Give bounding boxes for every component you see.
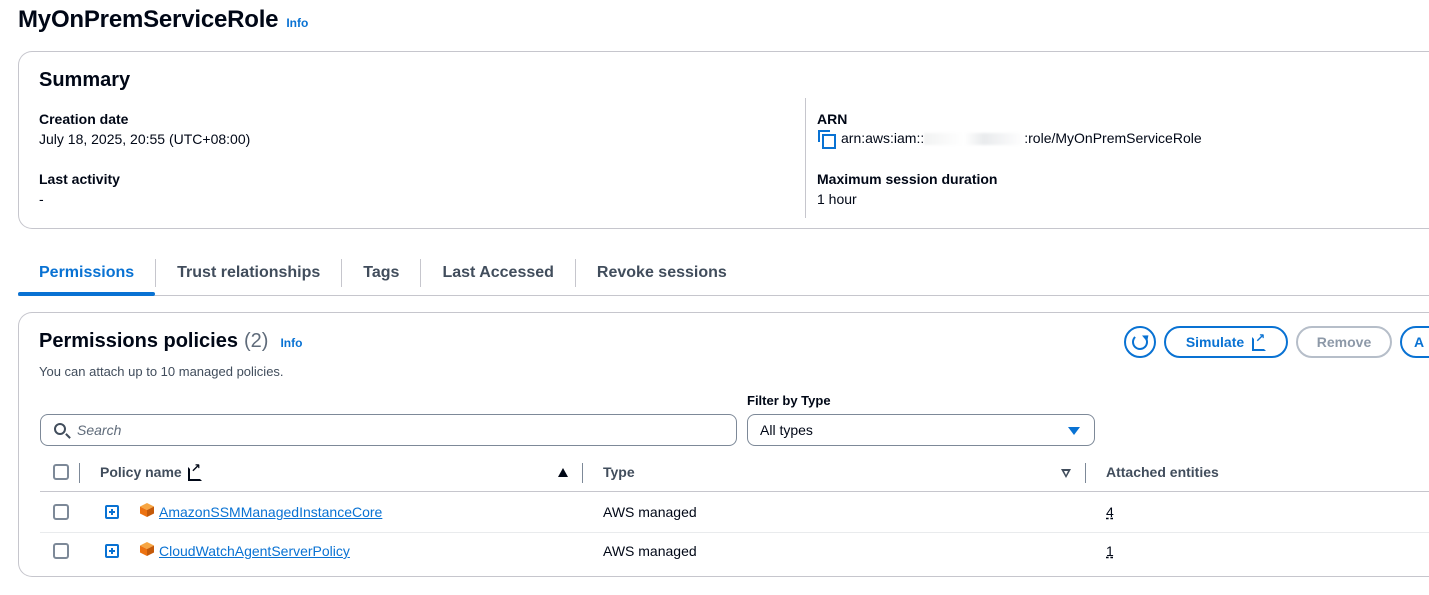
permissions-description: You can attach up to 10 managed policies…: [39, 364, 284, 379]
tab-revoke-sessions[interactable]: Revoke sessions: [576, 250, 748, 295]
filter-by-type-label: Filter by Type: [747, 393, 831, 408]
table-row: AmazonSSMManagedInstanceCore AWS managed…: [40, 493, 1429, 533]
policy-type: AWS managed: [603, 543, 697, 559]
select-all-checkbox[interactable]: [53, 464, 69, 480]
attached-entities-count[interactable]: 4: [1106, 504, 1114, 520]
creation-date-value: July 18, 2025, 20:55 (UTC+08:00): [39, 131, 251, 147]
summary-panel: Summary Creation date July 18, 2025, 20:…: [18, 51, 1429, 229]
copy-icon[interactable]: [817, 129, 836, 149]
sort-ascending-icon[interactable]: [558, 468, 568, 477]
column-type[interactable]: Type: [603, 464, 635, 480]
max-session-label: Maximum session duration: [817, 171, 998, 187]
refresh-icon: [1132, 334, 1148, 350]
search-icon: [54, 423, 66, 435]
remove-label: Remove: [1316, 334, 1372, 350]
column-separator: [1085, 463, 1086, 483]
sort-down-icon[interactable]: [1061, 469, 1071, 478]
arn-label: ARN: [817, 111, 848, 127]
column-separator: [79, 463, 80, 483]
max-session-value: 1 hour: [817, 191, 857, 207]
add-permissions-button[interactable]: A: [1400, 326, 1429, 358]
permissions-title: Permissions policies: [39, 330, 238, 352]
row-checkbox[interactable]: [53, 543, 69, 559]
column-attached-entities[interactable]: Attached entities: [1106, 464, 1219, 480]
page-title: MyOnPremServiceRole: [18, 6, 279, 33]
simulate-label: Simulate: [1185, 334, 1245, 350]
tab-tags[interactable]: Tags: [342, 250, 420, 295]
search-input[interactable]: Search: [40, 414, 737, 446]
permissions-info-link[interactable]: Info: [280, 336, 302, 350]
column-separator: [582, 463, 583, 483]
policy-link[interactable]: CloudWatchAgentServerPolicy: [159, 543, 350, 559]
creation-date-label: Creation date: [39, 111, 129, 127]
external-link-icon: [1252, 331, 1267, 351]
tab-permissions[interactable]: Permissions: [18, 250, 156, 296]
aws-cube-icon: [140, 542, 154, 556]
search-placeholder: Search: [77, 422, 122, 438]
arn-suffix: :role/MyOnPremServiceRole: [1024, 130, 1202, 146]
aws-cube-icon: [140, 503, 154, 517]
refresh-button[interactable]: [1124, 326, 1156, 358]
tab-last-accessed[interactable]: Last Accessed: [421, 250, 574, 295]
remove-button[interactable]: Remove: [1296, 326, 1392, 358]
simulate-button[interactable]: Simulate: [1164, 326, 1288, 358]
column-policy-name-label: Policy name: [100, 464, 182, 480]
add-permissions-label: A: [1414, 334, 1425, 350]
permissions-header: Permissions policies (2) Info: [39, 330, 302, 353]
external-link-icon: [187, 461, 202, 481]
expand-icon[interactable]: [105, 544, 119, 558]
policy-link[interactable]: AmazonSSMManagedInstanceCore: [159, 504, 382, 520]
page-info-link[interactable]: Info: [286, 16, 308, 30]
policy-type: AWS managed: [603, 504, 697, 520]
summary-divider: [805, 98, 806, 218]
last-activity-label: Last activity: [39, 171, 120, 187]
arn-value: arn:aws:iam:::role/MyOnPremServiceRole: [817, 129, 1202, 149]
tab-trust-relationships[interactable]: Trust relationships: [156, 250, 341, 295]
caret-down-icon: [1068, 427, 1080, 435]
permissions-policies-panel: Permissions policies (2) Info You can at…: [18, 312, 1429, 577]
table-header: Policy name Type Attached entities: [40, 456, 1429, 492]
arn-prefix: arn:aws:iam::: [841, 130, 925, 146]
role-tabs: Permissions Trust relationships Tags Las…: [18, 250, 1429, 296]
attached-entities-count[interactable]: 1: [1106, 543, 1114, 559]
row-checkbox[interactable]: [53, 504, 69, 520]
table-row: CloudWatchAgentServerPolicy AWS managed …: [40, 532, 1429, 572]
column-policy-name[interactable]: Policy name: [100, 461, 202, 481]
page-header: MyOnPremServiceRole Info: [18, 6, 308, 34]
permissions-count: (2): [243, 330, 269, 352]
expand-icon[interactable]: [105, 505, 119, 519]
arn-redacted-account: [924, 133, 1025, 146]
summary-title: Summary: [39, 69, 131, 91]
filter-type-select[interactable]: All types: [747, 414, 1095, 446]
last-activity-value: -: [39, 191, 44, 207]
filter-type-value: All types: [760, 422, 813, 438]
